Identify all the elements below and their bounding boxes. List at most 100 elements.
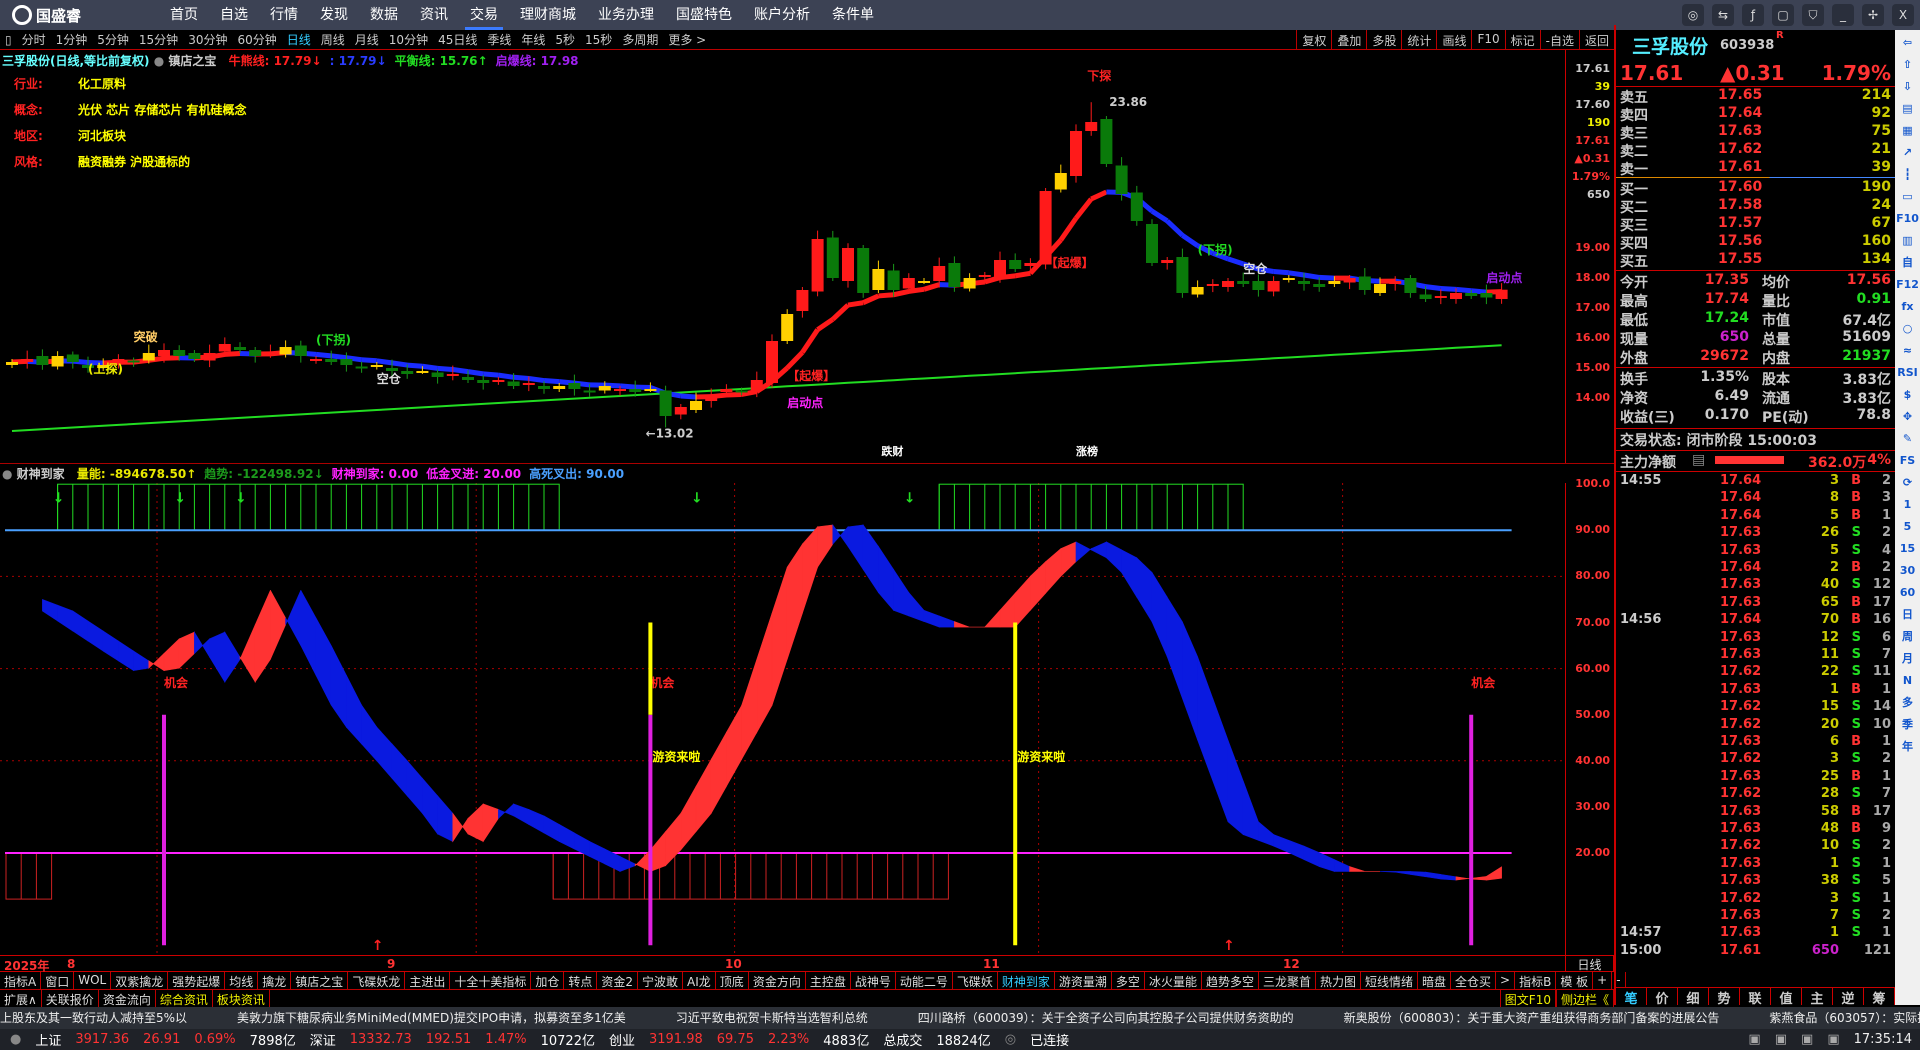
candle[interactable]: [918, 281, 930, 283]
message-icon[interactable]: ◎: [1682, 4, 1704, 26]
candle[interactable]: [188, 353, 201, 359]
side-icon-13[interactable]: ○: [1903, 319, 1913, 339]
menu-item-11[interactable]: 条件单: [821, 0, 885, 30]
period-tab-1[interactable]: 1分钟: [51, 31, 93, 48]
quote-tab-5[interactable]: 值: [1771, 988, 1802, 1007]
quote-tab-8[interactable]: 筹: [1864, 988, 1895, 1007]
candle[interactable]: [325, 359, 338, 362]
side-icon-17[interactable]: ✥: [1903, 407, 1912, 427]
side-icon-22[interactable]: 5: [1904, 517, 1912, 537]
candle[interactable]: [218, 344, 231, 352]
side-icon-29[interactable]: N: [1903, 671, 1912, 691]
indicator-tab-28[interactable]: 热力图: [1316, 972, 1361, 989]
period-tab-0[interactable]: 分时: [17, 31, 51, 48]
candle[interactable]: [1222, 281, 1234, 287]
candle[interactable]: [826, 237, 839, 279]
candle[interactable]: [1054, 173, 1067, 190]
indicator-tab-13[interactable]: 资金2: [597, 972, 639, 989]
candle[interactable]: [507, 381, 520, 387]
close-icon[interactable]: X: [1892, 4, 1914, 26]
candle[interactable]: [705, 395, 718, 401]
candle[interactable]: [644, 389, 657, 391]
news-item[interactable]: 上股东及其一致行动人减持至5%以: [0, 1007, 187, 1029]
indicator-tab-30[interactable]: 暗盘: [1418, 972, 1452, 989]
chart-tool-2[interactable]: 多股: [1366, 30, 1401, 50]
candle[interactable]: [142, 353, 155, 361]
indicator-tab-14[interactable]: 宁波敢: [638, 972, 684, 989]
indicator-tab-35[interactable]: +: [1593, 972, 1613, 989]
candle[interactable]: [310, 359, 322, 361]
candle[interactable]: [735, 390, 748, 393]
right-tab-0[interactable]: 图文F10: [1499, 990, 1556, 1007]
side-icon-19[interactable]: FS: [1900, 451, 1915, 471]
candle[interactable]: [1115, 165, 1128, 195]
candle[interactable]: [1328, 281, 1341, 284]
candle[interactable]: [1419, 294, 1432, 300]
panel-toggle-icon[interactable]: ▯: [0, 33, 17, 47]
indicator-chart[interactable]: 机会 机会 机会游资来啦 游资来啦 ↓ ↓ ↓ ↓ ↓ ↑ ↑: [0, 483, 1565, 955]
candle[interactable]: [6, 362, 18, 365]
indicator-tab-17[interactable]: 资金方向: [749, 972, 806, 989]
candle[interactable]: [1176, 257, 1189, 293]
indicator-tab-25[interactable]: 冰火量能: [1145, 972, 1202, 989]
candle[interactable]: [538, 386, 550, 389]
keyboard-icon[interactable]: ▣: [1748, 1032, 1760, 1047]
side-icon-3[interactable]: ▤: [1902, 99, 1912, 119]
side-icon-21[interactable]: 1: [1904, 495, 1912, 515]
candle[interactable]: [386, 368, 398, 371]
candle[interactable]: [766, 341, 778, 383]
candle[interactable]: [462, 377, 474, 380]
menu-item-7[interactable]: 理财商城: [509, 0, 587, 30]
indicator-name[interactable]: 镇店之宝: [168, 54, 216, 68]
candle[interactable]: [127, 360, 140, 363]
news-item[interactable]: 新奥股份（600803）：关于重大资产重组获得商务部门备案的进展公告: [1344, 1007, 1720, 1029]
side-icon-25[interactable]: 60: [1900, 583, 1915, 603]
candle[interactable]: [872, 269, 885, 290]
indicator-tab-16[interactable]: 顶底: [716, 972, 749, 989]
side-icon-10[interactable]: 自: [1902, 253, 1913, 273]
candle[interactable]: [279, 347, 292, 355]
indicator-toggle-icon[interactable]: ●: [2, 467, 12, 481]
news-item[interactable]: 美敦力旗下糖尿病业务MiniMed(MMED)提交IPO申请，拟募资至多1亿美: [237, 1007, 626, 1029]
side-icon-4[interactable]: ▦: [1902, 121, 1912, 141]
restore-icon[interactable]: ✢: [1862, 4, 1884, 26]
candle[interactable]: [720, 389, 733, 392]
ask-level[interactable]: 卖五 17.65 214: [1620, 87, 1891, 106]
side-icon-27[interactable]: 周: [1902, 627, 1913, 647]
indicator-tab-21[interactable]: 飞碟妖: [953, 972, 998, 989]
chart-tool-7[interactable]: -自选: [1539, 30, 1579, 50]
indicator-tab-20[interactable]: 动能二号: [896, 972, 953, 989]
period-tab-13[interactable]: 5秒: [550, 31, 580, 48]
candle[interactable]: [477, 380, 490, 383]
candle[interactable]: [614, 389, 626, 391]
indicator-tab-33[interactable]: 指标B: [1515, 972, 1557, 989]
indicator-tab-2[interactable]: WOL: [74, 972, 112, 989]
right-tab-1[interactable]: 侧边栏《: [1555, 990, 1614, 1007]
candle[interactable]: [446, 374, 459, 376]
extension-tab-2[interactable]: 资金流向: [99, 990, 156, 1007]
indicator-tab-27[interactable]: 三龙聚首: [1259, 972, 1316, 989]
candle[interactable]: [158, 350, 170, 356]
quote-tab-4[interactable]: 联: [1740, 988, 1771, 1007]
side-icon-28[interactable]: 月: [1902, 649, 1913, 669]
side-icon-24[interactable]: 30: [1900, 561, 1915, 581]
minimize-icon[interactable]: _: [1832, 4, 1854, 26]
indicator-tab-18[interactable]: 主控盘: [806, 972, 851, 989]
period-tab-9[interactable]: 10分钟: [384, 31, 433, 48]
candle[interactable]: [370, 365, 383, 367]
indicator-tab-11[interactable]: 加仓: [531, 972, 565, 989]
ask-level[interactable]: 卖三 17.63 75: [1620, 123, 1891, 142]
candle[interactable]: [948, 263, 961, 287]
candle[interactable]: [796, 290, 809, 311]
indicator-tab-26[interactable]: 趋势多空: [1202, 972, 1259, 989]
side-icon-20[interactable]: ⟳: [1903, 473, 1912, 493]
target-icon[interactable]: ▣: [1801, 1032, 1813, 1047]
candle[interactable]: [1374, 284, 1386, 293]
indicator-tab-10[interactable]: 十全十美指标: [450, 972, 532, 989]
indicator-name[interactable]: 财神到家: [17, 467, 65, 481]
ask-level[interactable]: 卖二 17.62 21: [1620, 141, 1891, 160]
side-icon-0[interactable]: ⇦: [1903, 33, 1912, 53]
period-tab-12[interactable]: 年线: [516, 31, 550, 48]
menu-item-5[interactable]: 资讯: [409, 0, 459, 30]
candle[interactable]: [1070, 131, 1082, 176]
